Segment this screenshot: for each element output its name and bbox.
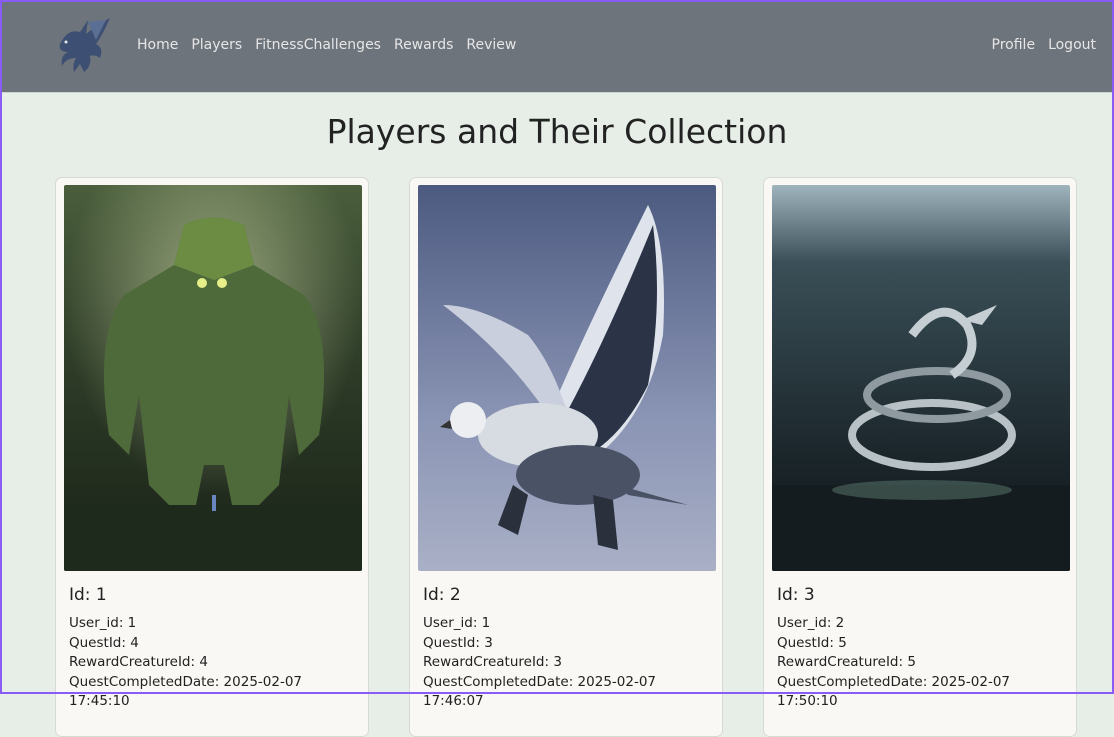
- page-title: Players and Their Collection: [326, 112, 788, 151]
- nav-right: Profile Logout: [979, 37, 1096, 53]
- card-reward-creature-id: RewardCreatureId: 5: [777, 654, 916, 670]
- nav-links: Home Players FitnessChallenges Rewards R…: [137, 37, 529, 53]
- card-user-id: User_id: 1: [423, 615, 491, 631]
- collection-card: Id: 1 User_id: 1 QuestId: 4 RewardCreatu…: [55, 177, 369, 737]
- dragon-logo[interactable]: [50, 14, 112, 76]
- forest-golem-image: [64, 185, 362, 571]
- card-quest-completed-time: 17:45:10: [69, 693, 130, 709]
- griffin-image: [418, 185, 716, 571]
- card-id: Id: 2: [423, 585, 461, 605]
- collection-card: Id: 2 User_id: 1 QuestId: 3 RewardCreatu…: [409, 177, 723, 737]
- card-body: Id: 3 User_id: 2 QuestId: 5 RewardCreatu…: [772, 571, 1069, 712]
- navbar: Home Players FitnessChallenges Rewards R…: [0, 0, 1114, 92]
- card-quest-completed-time: 17:50:10: [777, 693, 838, 709]
- card-quest-id: QuestId: 4: [69, 634, 139, 651]
- card-reward-creature-id: RewardCreatureId: 4: [69, 654, 208, 670]
- card-quest-completed-date: QuestCompletedDate: 2025-02-07: [423, 673, 657, 690]
- card-id: Id: 3: [777, 585, 815, 605]
- card-body: Id: 2 User_id: 1 QuestId: 3 RewardCreatu…: [418, 571, 715, 712]
- card-user-id: User_id: 2: [777, 615, 845, 631]
- nav-profile-link[interactable]: Profile: [992, 37, 1036, 53]
- nav-rewards-link[interactable]: Rewards: [394, 37, 453, 53]
- card-quest-id: QuestId: 3: [423, 634, 493, 651]
- nav-logout-link[interactable]: Logout: [1048, 37, 1096, 53]
- nav-fitness-challenges-link[interactable]: FitnessChallenges: [255, 37, 381, 53]
- card-quest-id: QuestId: 5: [777, 634, 847, 651]
- card-quest-completed-time: 17:46:07: [423, 693, 484, 709]
- card-id: Id: 1: [69, 585, 107, 605]
- sea-serpent-image: [772, 185, 1070, 571]
- nav-players-link[interactable]: Players: [191, 37, 242, 53]
- nav-home-link[interactable]: Home: [137, 37, 178, 53]
- nav-review-link[interactable]: Review: [466, 37, 516, 53]
- card-grid: Id: 1 User_id: 1 QuestId: 4 RewardCreatu…: [55, 177, 1077, 737]
- card-body: Id: 1 User_id: 1 QuestId: 4 RewardCreatu…: [64, 571, 361, 712]
- card-user-id: User_id: 1: [69, 615, 137, 631]
- card-reward-creature-id: RewardCreatureId: 3: [423, 654, 562, 670]
- card-quest-completed-date: QuestCompletedDate: 2025-02-07: [777, 673, 1011, 690]
- card-quest-completed-date: QuestCompletedDate: 2025-02-07: [69, 673, 303, 690]
- collection-card: Id: 3 User_id: 2 QuestId: 5 RewardCreatu…: [763, 177, 1077, 737]
